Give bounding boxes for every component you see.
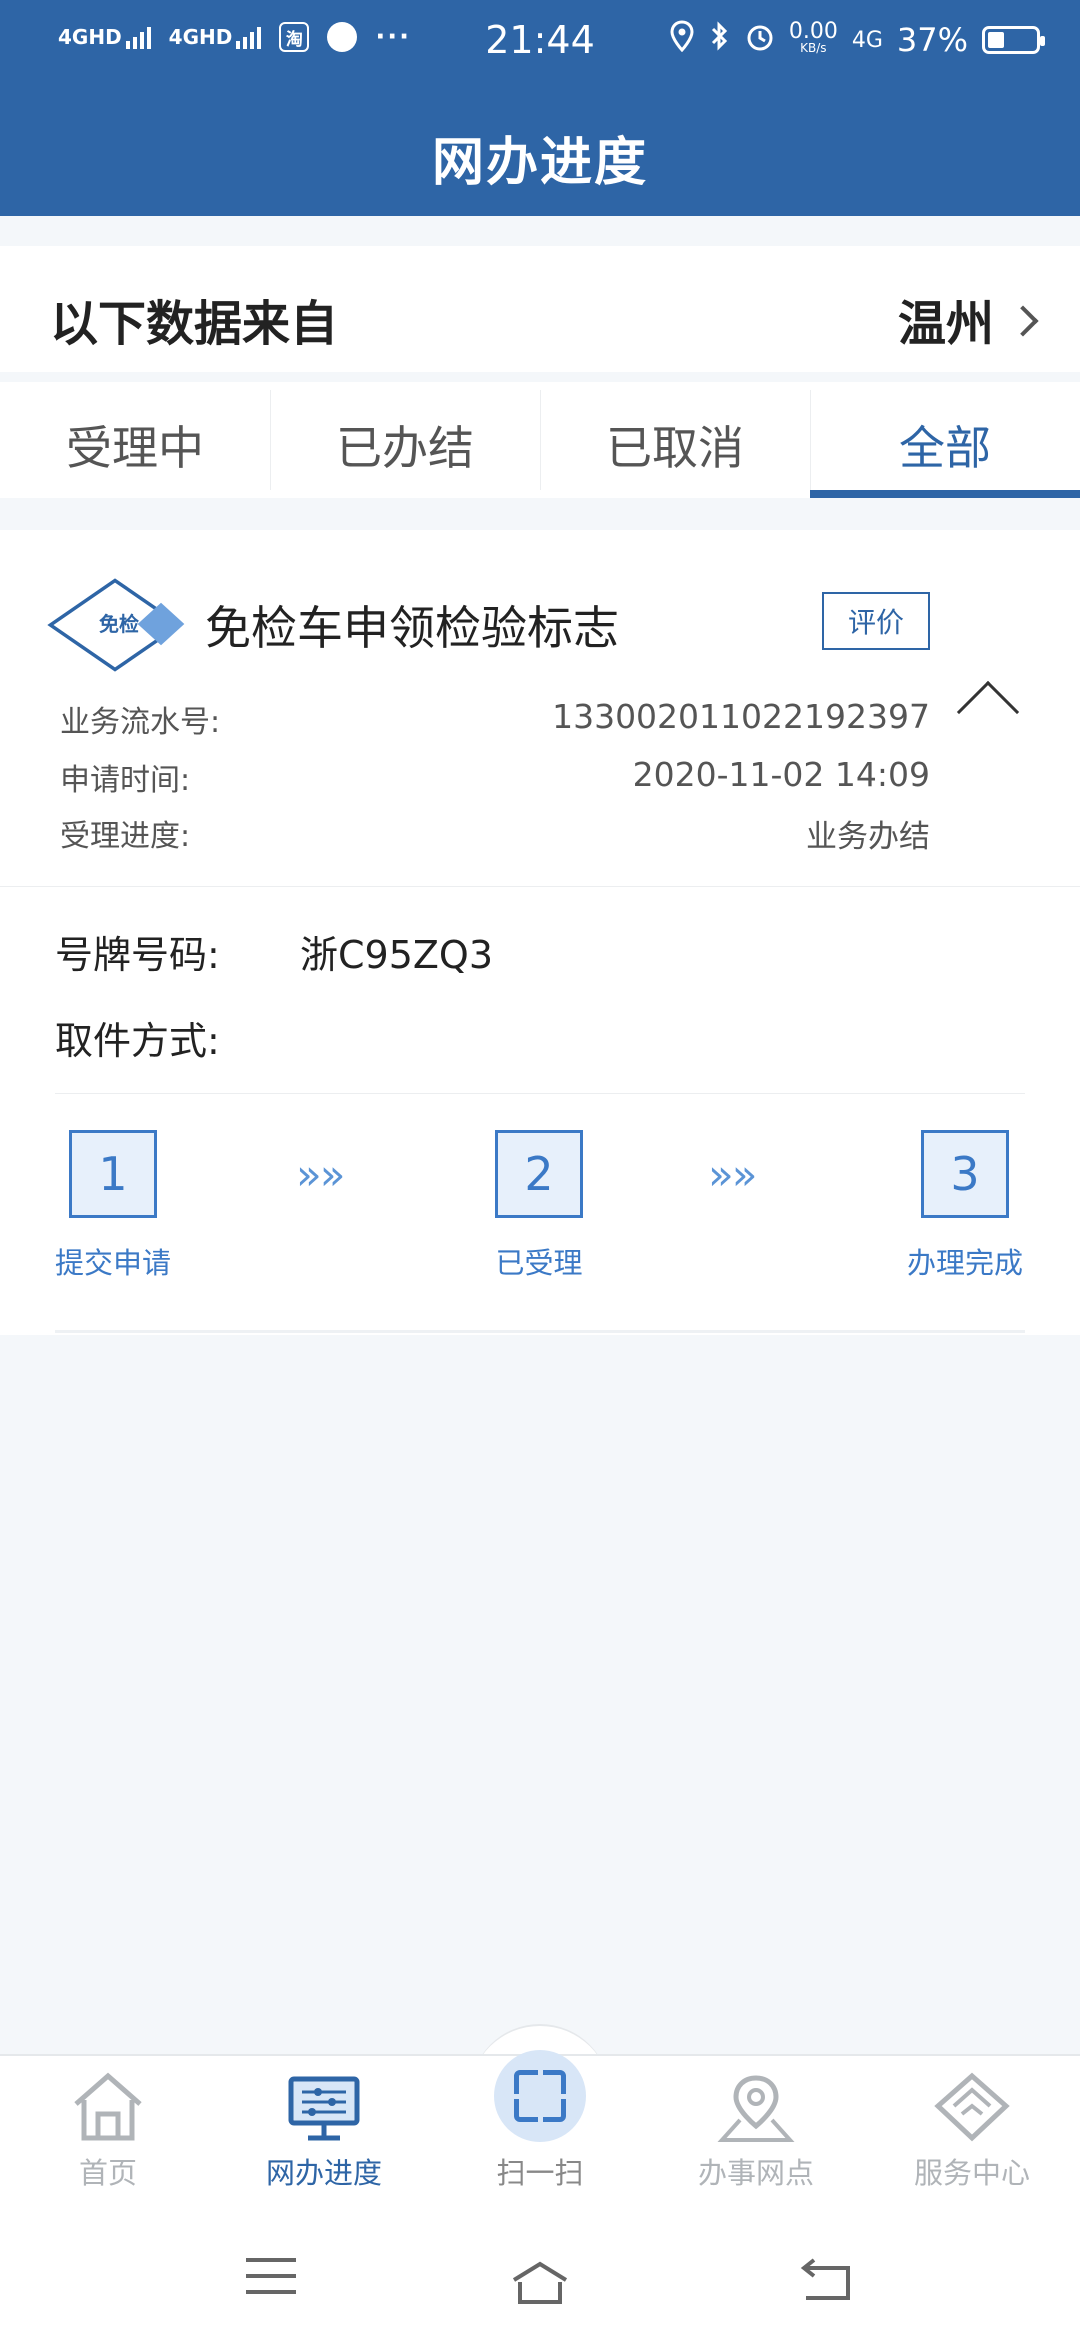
info-row-serial: 业务流水号: 133002011022192397 — [60, 697, 930, 741]
data-source-label: 以下数据来自 — [50, 296, 339, 352]
info-row-time: 申请时间: 2020-11-02 14:09 — [60, 755, 930, 799]
card-divider — [55, 1330, 1025, 1333]
nav-progress-label[interactable]: 网办进度 — [216, 2150, 432, 2192]
badge-text: 免检 — [99, 612, 139, 636]
location-pin-icon[interactable] — [716, 2072, 796, 2144]
info-key: 业务流水号: — [60, 705, 221, 740]
info-key: 受理进度: — [60, 819, 191, 854]
home-icon[interactable] — [70, 2070, 146, 2142]
app-header: 4GHD 4GHD 淘 ··· 21:44 0.00 KB/s 4G 37% 网… — [0, 0, 1080, 216]
step-3-label: 办理完成 — [906, 1246, 1023, 1280]
location-icon — [669, 20, 695, 60]
step-2-box: 2 — [495, 1130, 583, 1218]
divider — [0, 886, 1080, 887]
network-type: 4G — [851, 27, 883, 53]
nav-outlets-label[interactable]: 办事网点 — [648, 2150, 864, 2192]
step-3-box: 3 — [921, 1130, 1009, 1218]
info-value: 2020-11-02 14:09 — [632, 755, 930, 794]
double-chevron-right-icon: »» — [708, 1150, 757, 1199]
info-key: 申请时间: — [60, 763, 191, 798]
evaluate-button[interactable]: 评价 — [822, 592, 930, 650]
page-title: 网办进度 — [431, 133, 648, 193]
nav-scan-label[interactable]: 扫一扫 — [432, 2150, 648, 2192]
menu-icon[interactable] — [246, 2258, 296, 2306]
alarm-icon — [745, 20, 775, 60]
status-bar: 4GHD 4GHD 淘 ··· 21:44 0.00 KB/s 4G 37% — [0, 0, 1080, 84]
status-tabs: 受理中 已办结 已取消 全部 — [0, 382, 1080, 498]
step-1-box: 1 — [69, 1130, 157, 1218]
chevron-up-icon[interactable] — [956, 680, 1020, 744]
nav-home-label[interactable]: 首页 — [0, 2150, 216, 2192]
scan-icon-gap — [538, 2064, 543, 2128]
divider — [55, 1093, 1025, 1094]
plate-value: 浙C95ZQ3 — [300, 933, 494, 977]
tab-cancelled[interactable]: 已取消 — [540, 382, 810, 498]
handshake-icon[interactable] — [932, 2070, 1012, 2144]
step-1-label: 提交申请 — [54, 1246, 171, 1280]
double-chevron-right-icon: »» — [296, 1150, 345, 1199]
step-2-label: 已受理 — [495, 1246, 583, 1280]
city-name: 温州 — [897, 296, 994, 352]
tab-all[interactable]: 全部 — [810, 382, 1080, 498]
tab-in-progress[interactable]: 受理中 — [0, 382, 270, 498]
battery-percent: 37% — [896, 21, 968, 59]
inspection-exempt-badge-icon: 免检 — [47, 578, 183, 672]
pickup-method: 取件方式: — [55, 1019, 220, 1063]
battery-icon — [982, 26, 1045, 54]
chevron-right-icon — [1007, 305, 1039, 337]
monitor-icon[interactable] — [288, 2076, 360, 2142]
nav-service-center-label[interactable]: 服务中心 — [864, 2150, 1080, 2192]
info-row-progress: 受理进度: 业务办结 — [60, 811, 930, 856]
application-card: 免检 免检车申领检验标志 评价 业务流水号: 13300201102219239… — [0, 530, 1080, 1335]
service-title: 免检车申领检验标志 — [205, 601, 619, 655]
info-value: 业务办结 — [806, 819, 930, 855]
tab-completed[interactable]: 已办结 — [270, 382, 540, 498]
system-home-icon[interactable] — [510, 2258, 570, 2308]
data-source-row[interactable]: 以下数据来自 温州 — [0, 246, 1080, 372]
bluetooth-icon — [709, 20, 731, 60]
plate-key: 号牌号码: — [55, 933, 220, 977]
city-selector[interactable]: 温州 — [897, 284, 1039, 354]
system-back-icon[interactable] — [798, 2258, 854, 2302]
info-value: 133002011022192397 — [552, 697, 930, 736]
network-speed: 0.00 KB/s — [788, 19, 838, 56]
plate-number-row: 号牌号码: 浙C95ZQ3 — [55, 924, 493, 979]
